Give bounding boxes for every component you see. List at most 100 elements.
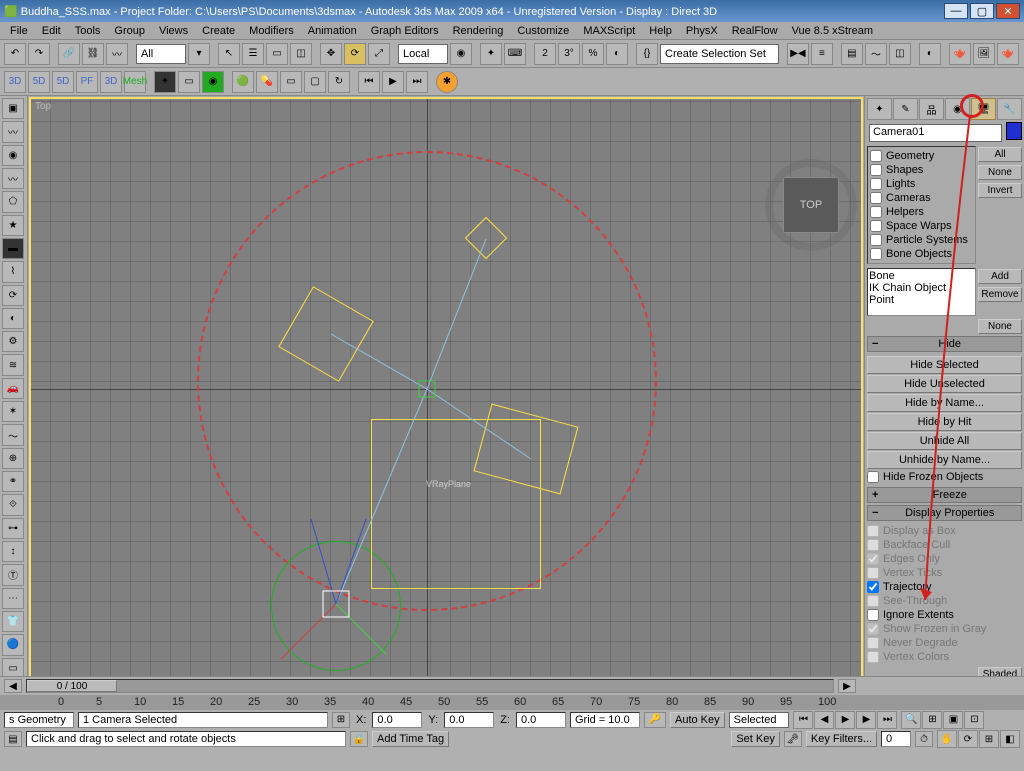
hide-particles-check[interactable]: Particle Systems (870, 233, 973, 247)
curve-editor-icon[interactable]: 〜 (865, 43, 887, 65)
unlink-icon[interactable]: ⛓ (82, 43, 104, 65)
select-region-icon[interactable]: ▭ (266, 43, 288, 65)
display-prop-6[interactable]: Ignore Extents (867, 608, 1022, 622)
object-name-field[interactable]: Camera01 (869, 124, 1002, 142)
plugin-3-icon[interactable]: ◉ (202, 71, 224, 93)
select-icon[interactable]: ↖ (218, 43, 240, 65)
angular-dashpot-icon[interactable]: ◐ (2, 308, 24, 329)
plugin-4-icon[interactable]: 🟢 (232, 71, 254, 93)
remove-button[interactable]: Remove (978, 287, 1022, 302)
scale-icon[interactable]: ⤢ (368, 43, 390, 65)
menu-physx[interactable]: PhysX (680, 24, 724, 38)
add-button[interactable]: Add (978, 269, 1022, 284)
menu-tools[interactable]: Tools (69, 24, 107, 38)
x-field[interactable]: 0.0 (372, 712, 422, 728)
unhide-all-button[interactable]: Unhide All (867, 432, 1022, 450)
constraint-icon[interactable]: ⊕ (2, 448, 24, 469)
plugin-2-icon[interactable]: ▭ (178, 71, 200, 93)
menu-help[interactable]: Help (643, 24, 678, 38)
set-key-button[interactable]: Set Key (731, 731, 780, 747)
key-filters-button[interactable]: Key Filters... (806, 731, 877, 747)
all-button[interactable]: All (978, 147, 1022, 162)
menu-views[interactable]: Views (153, 24, 194, 38)
pivot-center-icon[interactable]: ◉ (450, 43, 472, 65)
close-button[interactable]: ✕ (996, 3, 1020, 19)
analyze-icon[interactable]: 👕 (2, 611, 24, 632)
window-crossing-icon[interactable]: ◫ (290, 43, 312, 65)
menu-modifiers[interactable]: Modifiers (243, 24, 300, 38)
manipulate-icon[interactable]: ✦ (480, 43, 502, 65)
display-tab-icon[interactable]: 🖥 (971, 98, 996, 120)
render-setup-icon[interactable]: 🫖 (949, 43, 971, 65)
selection-filter-combo[interactable]: All (136, 44, 186, 64)
select-by-name-icon[interactable]: ☰ (242, 43, 264, 65)
invert-button[interactable]: Invert (978, 183, 1022, 198)
display-prop-4[interactable]: Trajectory (867, 580, 1022, 594)
goto-start-icon[interactable]: ⏮ (793, 711, 813, 729)
rendered-frame-icon[interactable]: 🖼 (973, 43, 995, 65)
hide-shapes-check[interactable]: Shapes (870, 163, 973, 177)
snap-angle-icon[interactable]: 3° (558, 43, 580, 65)
time-config-icon[interactable]: ⏱ (915, 731, 933, 747)
transform-type-icon[interactable]: ⊞ (332, 712, 350, 728)
softbody-icon[interactable]: ◉ (2, 145, 24, 166)
preview-icon[interactable]: 🔵 (2, 634, 24, 655)
rb-collection-icon[interactable]: ▣ (2, 98, 24, 119)
bind-spacewarp-icon[interactable]: 〰 (106, 43, 128, 65)
utilities-tab-icon[interactable]: 🔧 (997, 98, 1022, 120)
move-icon[interactable]: ✥ (320, 43, 342, 65)
hide-by-hit-button[interactable]: Hide by Hit (867, 413, 1022, 431)
menu-create[interactable]: Create (196, 24, 241, 38)
menu-file[interactable]: File (4, 24, 34, 38)
hierarchy-tab-icon[interactable]: 品 (919, 98, 944, 120)
fov-icon[interactable]: ◧ (1000, 730, 1020, 748)
hide-lights-check[interactable]: Lights (870, 177, 973, 191)
ref-coord-combo[interactable]: Local (398, 44, 448, 64)
create-tab-icon[interactable]: ✦ (867, 98, 892, 120)
mirror-icon[interactable]: ▶◀ (787, 43, 809, 65)
viewport-top[interactable]: Top VRayPlane TOP (29, 97, 863, 703)
redo-icon[interactable]: ↷ (28, 43, 50, 65)
lock-icon[interactable]: 🔑 (644, 712, 666, 728)
zoom-extents-icon[interactable]: ▣ (943, 711, 963, 729)
hide-frozen-check[interactable]: Hide Frozen Objects (867, 470, 1022, 484)
point-path-icon[interactable]: ⋯ (2, 588, 24, 609)
arc-rotate-icon[interactable]: ⟳ (958, 730, 978, 748)
next-frame-icon[interactable]: ▶ (856, 711, 876, 729)
spring-icon[interactable]: ⌇ (2, 261, 24, 282)
zoom-all-icon[interactable]: ⊞ (922, 711, 942, 729)
zoom-icon[interactable]: 🔍 (901, 711, 921, 729)
time-prev-icon[interactable]: ◀ (4, 679, 22, 693)
vray-plane-outline[interactable] (371, 419, 541, 589)
maximize-viewport-icon[interactable]: ⊞ (979, 730, 999, 748)
menu-rendering[interactable]: Rendering (447, 24, 510, 38)
keyboard-shortcut-icon[interactable]: ⌨ (504, 43, 526, 65)
prev-frame-icon[interactable]: ◀ (814, 711, 834, 729)
render-icon[interactable]: 🫖 (997, 43, 1019, 65)
filter-dropdown-icon[interactable]: ▾ (188, 43, 210, 65)
plugin-1-icon[interactable]: ✦ (154, 71, 176, 93)
menu-group[interactable]: Group (108, 24, 151, 38)
linear-dashpot-icon[interactable]: ⟳ (2, 285, 24, 306)
orange-plugin-icon[interactable]: ✱ (436, 71, 458, 93)
toy-car-icon[interactable]: 🚗 (2, 378, 24, 399)
unhide-by-name-button[interactable]: Unhide by Name... (867, 451, 1022, 469)
hide-spacewarps-check[interactable]: Space Warps (870, 219, 973, 233)
edit-named-sel-icon[interactable]: {} (636, 43, 658, 65)
goto-start-icon[interactable]: ⏮ (358, 71, 380, 93)
menu-animation[interactable]: Animation (302, 24, 363, 38)
ragdoll-icon[interactable]: ⚭ (2, 471, 24, 492)
display-props-rollout[interactable]: −Display Properties (867, 505, 1022, 521)
reactor-3d2-icon[interactable]: 3D (100, 71, 122, 93)
menu-vue[interactable]: Vue 8.5 xStream (786, 24, 880, 38)
reactor-5d-icon[interactable]: 5D (28, 71, 50, 93)
add-time-tag-button[interactable]: Add Time Tag (372, 731, 449, 747)
rotate-icon[interactable]: ⟳ (344, 43, 366, 65)
plane-icon[interactable]: ▬ (2, 238, 24, 259)
goto-end-icon[interactable]: ⏭ (406, 71, 428, 93)
pan-icon[interactable]: ✋ (937, 730, 957, 748)
plugin-7-icon[interactable]: ▢ (304, 71, 326, 93)
rope-icon[interactable]: 〰 (2, 168, 24, 189)
maximize-button[interactable]: ▢ (970, 3, 994, 19)
play-icon[interactable]: ▶ (382, 71, 404, 93)
